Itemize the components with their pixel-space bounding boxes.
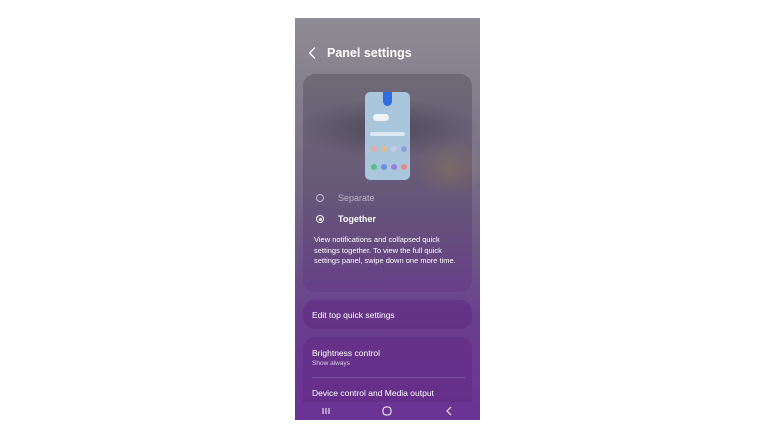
preview-dot	[401, 164, 407, 170]
phone-screen: Panel settings Separate Together View no…	[295, 18, 480, 420]
home-icon[interactable]	[377, 404, 397, 418]
option-description: View notifications and collapsed quick s…	[314, 235, 456, 265]
preview-dot	[391, 146, 397, 152]
radio-separate[interactable]	[316, 194, 324, 202]
navigation-bar	[295, 402, 480, 420]
preview-dot	[371, 164, 377, 170]
preview-apps-row	[371, 164, 407, 170]
preview-dot	[381, 164, 387, 170]
notch-shape	[383, 92, 392, 106]
preview-dot	[401, 146, 407, 152]
preview-bar	[370, 132, 405, 136]
weather-icon	[373, 114, 389, 121]
option-together-label[interactable]: Together	[338, 214, 376, 224]
header: Panel settings	[305, 46, 412, 60]
edit-quick-settings-label[interactable]: Edit top quick settings	[312, 310, 395, 320]
radio-together[interactable]	[316, 215, 324, 223]
page-title: Panel settings	[327, 46, 412, 60]
preview-dot	[391, 164, 397, 170]
chevron-left-icon[interactable]	[305, 46, 319, 60]
phone-preview-illustration	[365, 92, 410, 180]
back-icon[interactable]	[439, 404, 459, 418]
brightness-control-label[interactable]: Brightness control	[312, 348, 380, 358]
preview-dot	[381, 146, 387, 152]
option-separate-label[interactable]: Separate	[338, 193, 375, 203]
brightness-control-sub: Show always	[312, 360, 350, 367]
divider	[312, 377, 465, 378]
preview-dot	[371, 146, 377, 152]
preview-icons-row	[371, 146, 407, 152]
recents-icon[interactable]	[316, 404, 336, 418]
device-control-label[interactable]: Device control and Media output	[312, 388, 434, 398]
